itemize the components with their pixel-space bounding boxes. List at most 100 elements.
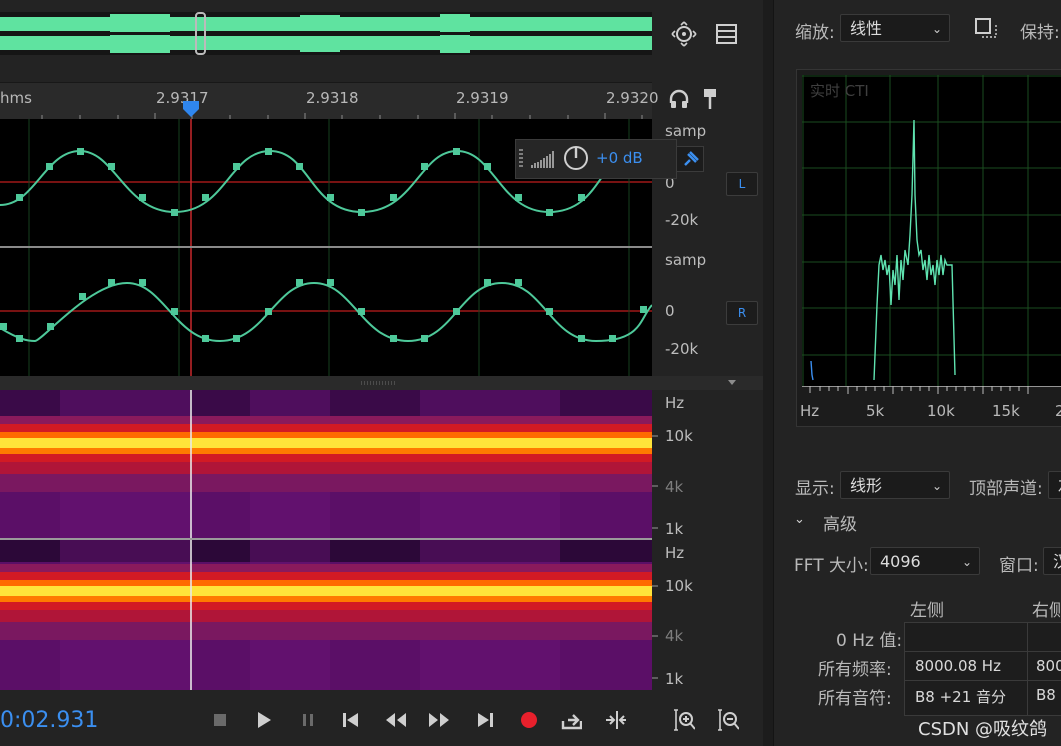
zoom-target-icon[interactable] [670,20,698,48]
zoom-in-icon [674,709,695,731]
time-ruler[interactable]: hms 2.9317 2.9318 2.9319 2.9320 [0,82,659,119]
spec-left-1k: 1k [665,520,684,538]
zoom-scale-dropdown[interactable]: 线性 ⌄ [840,14,950,42]
collapse-down-icon[interactable] [727,379,737,387]
note-right-value: B8 - [1036,686,1061,704]
skip-forward-icon [478,713,493,727]
play-icon [258,712,271,728]
splitter-grip-icon [361,381,395,385]
spec-left-unit: Hz [665,394,685,412]
record-icon [521,712,537,728]
ruler-tick: 2.9319 [456,89,509,107]
loop-playback-button[interactable] [560,709,582,731]
spec-right-4k: 4k [665,627,684,645]
rewind-icon [386,713,406,727]
display-mode-value: 线形 [850,476,883,495]
window-dropdown[interactable]: 汉 [1043,547,1061,575]
ruler-unit: hms [0,89,32,107]
panel-splitter[interactable] [0,376,763,390]
hud-gain-panel[interactable]: +0 dB [515,139,677,179]
current-time[interactable]: 0:02.931 [0,708,98,733]
copy-graph-button[interactable] [974,17,998,41]
fft-size-dropdown[interactable]: 4096 ⌄ [870,547,980,575]
freq-right-value: 800 [1036,657,1061,675]
overview-waveform-graphic [0,12,652,55]
analysis-values-table: 8000.08 Hz 800 B8 +21 音分 B8 - [904,622,1061,716]
frequency-graph-plot [802,75,1061,386]
gain-value[interactable]: +0 dB [596,149,643,167]
advanced-section-toggle[interactable]: 高级 [823,510,857,535]
spectrogram-left-graphic [0,390,652,538]
fast-forward-icon [429,713,449,727]
top-channel-label: 顶部声道: [969,479,1043,499]
window-value: 汉 [1053,552,1061,571]
graph-freq-tick: 2 [1055,402,1061,420]
zoom-label: 缩放: [795,23,835,43]
spec-right-unit: Hz [665,544,685,562]
top-channel-dropdown[interactable]: 左 [1048,471,1061,499]
frequency-graph[interactable]: 实时 CTI [802,75,1061,386]
skip-selection-button[interactable] [604,709,626,731]
panel-gutter[interactable] [763,0,773,746]
freq-left-value: 8000.08 Hz [915,657,1001,675]
zoom-in-amplitude-button[interactable] [673,709,695,731]
waveform-right-graphic [0,248,653,376]
left-column-header: 左侧 [910,601,944,621]
graph-title: 实时 CTI [810,82,869,100]
rewind-button[interactable] [385,709,407,731]
play-button[interactable] [253,709,275,731]
all-note-label: 所有音符: [818,689,892,709]
drag-handle-icon[interactable] [518,148,524,170]
pin-hud-button[interactable] [676,146,704,172]
hold-label: 保持: [1020,23,1060,43]
pin-icon [684,151,699,166]
spectrogram-right-graphic [0,540,652,690]
marker-pin-icon[interactable] [701,88,719,110]
list-view-icon[interactable] [714,21,740,47]
chevron-down-icon: ⌄ [931,22,942,36]
left-channel-unit: samp [665,122,707,140]
record-button[interactable] [518,709,540,731]
chevron-down-icon: ⌄ [931,479,942,493]
spec-left-10k: 10k [665,427,693,445]
right-channel-zero: 0 [665,302,675,320]
zero-hz-label: 0 Hz 值: [836,631,903,651]
spectrogram-right[interactable] [0,540,652,690]
graph-freq-tick: 5k [866,402,885,420]
note-left-value: B8 +21 音分 [915,688,1007,706]
pause-button[interactable] [297,709,319,731]
window-label: 窗口: [999,556,1039,576]
playhead-marker[interactable] [182,100,200,118]
spectrogram-left[interactable] [0,390,652,538]
right-channel-unit: samp [665,251,707,269]
copy-icon [975,18,997,38]
graph-freq-tick: 10k [927,402,955,420]
headphones-icon[interactable] [668,88,690,110]
chevron-down-icon[interactable]: ⌄ [794,512,805,527]
fft-size-label: FFT 大小: [794,556,869,576]
spec-right-1k: 1k [665,670,684,688]
left-channel-neg: -20k [665,211,699,229]
skip-selection-icon [606,711,626,729]
loop-icon [561,714,582,730]
left-channel-button[interactable]: L [726,172,758,196]
go-to-start-button[interactable] [340,709,362,731]
fft-size-value: 4096 [880,552,921,571]
go-to-end-button[interactable] [474,709,496,731]
volume-bars-icon [531,151,554,168]
waveform-channel-right[interactable] [0,248,653,376]
stop-button[interactable] [209,709,231,731]
fast-forward-button[interactable] [428,709,450,731]
display-mode-dropdown[interactable]: 线形 ⌄ [840,471,950,499]
stop-icon [214,714,226,726]
gain-knob-icon[interactable] [562,144,590,172]
right-column-header: 右侧 [1032,601,1061,621]
spec-left-4k: 4k [665,478,684,496]
chevron-down-icon: ⌄ [961,555,972,569]
zoom-out-amplitude-button[interactable] [717,709,739,731]
overview-waveform[interactable] [0,12,652,55]
right-channel-button[interactable]: R [726,301,758,325]
pause-icon [303,714,313,726]
ruler-tick: 2.9320 [606,89,659,107]
zoom-scale-value: 线性 [850,19,883,38]
